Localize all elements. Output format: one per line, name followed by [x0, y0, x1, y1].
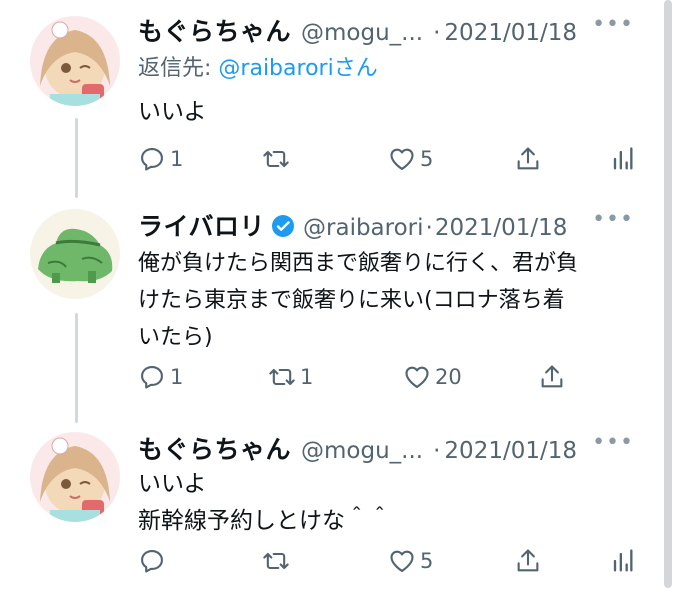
- share-button[interactable]: [538, 363, 566, 391]
- reply-count: 1: [170, 365, 184, 389]
- share-icon: [517, 147, 539, 170]
- analytics-button[interactable]: [608, 547, 636, 575]
- reply-button[interactable]: 1: [138, 363, 183, 391]
- author-handle[interactable]: @mogu_...: [301, 438, 423, 464]
- share-icon: [517, 549, 539, 572]
- heart-icon: [390, 148, 414, 170]
- scrollbar[interactable]: [664, 0, 672, 588]
- avatar[interactable]: [30, 209, 120, 299]
- avatar[interactable]: [30, 432, 120, 522]
- verified-badge-icon: [272, 215, 295, 237]
- author-handle[interactable]: @raibarori: [303, 215, 424, 241]
- like-count: 5: [420, 549, 434, 573]
- retweet-icon: [263, 150, 289, 168]
- tweet-actions: 1 5: [138, 145, 662, 175]
- retweet-icon: [263, 552, 289, 570]
- reply-icon: [141, 366, 163, 389]
- reply-icon: [141, 148, 163, 171]
- separator-dot: ·: [425, 215, 433, 241]
- thread-line-2: [75, 313, 78, 423]
- share-button[interactable]: [514, 547, 542, 575]
- reply-to-label: 返信先:: [138, 56, 212, 81]
- tweet-date[interactable]: 2021/01/18: [435, 215, 568, 241]
- tweet-text: いいよ 新幹線予約しとけな＾＾: [138, 471, 391, 534]
- author-name[interactable]: ライバロリ: [138, 207, 265, 243]
- reply-count: 1: [170, 147, 184, 171]
- analytics-button[interactable]: [608, 145, 636, 173]
- separator-dot: ·: [433, 438, 441, 464]
- tweet-text: 俺が負けたら関西まで飯奢りに行く、君が負 けたら東京まで飯奢りに来い(コロナ落ち…: [138, 251, 579, 350]
- tweet-date[interactable]: 2021/01/18: [444, 438, 577, 464]
- author-handle[interactable]: @mogu_...: [301, 20, 423, 46]
- retweet-button[interactable]: [262, 145, 294, 173]
- more-options-icon[interactable]: •••: [592, 430, 634, 455]
- more-options-icon[interactable]: •••: [592, 12, 634, 37]
- more-options-icon[interactable]: •••: [592, 207, 634, 232]
- avatar-anime-girl-icon: [30, 16, 120, 106]
- like-count: 20: [435, 365, 462, 389]
- share-icon: [541, 365, 563, 388]
- author-name[interactable]: もぐらちゃん: [138, 430, 291, 466]
- reply-button[interactable]: [138, 547, 170, 575]
- author-name[interactable]: もぐらちゃん: [138, 12, 291, 48]
- analytics-icon: [613, 549, 633, 572]
- reply-button[interactable]: 1: [138, 145, 183, 173]
- heart-icon: [390, 550, 414, 572]
- tweet-actions: 1 1 20: [138, 363, 662, 393]
- avatar-anime-girl-icon: [30, 432, 120, 522]
- like-button[interactable]: 20: [403, 363, 462, 391]
- reply-icon: [141, 550, 163, 573]
- tweet-actions: 5: [138, 547, 662, 577]
- retweet-icon: [269, 368, 295, 386]
- like-button[interactable]: 5: [388, 145, 433, 173]
- avatar-green-dinosaur-icon: [30, 209, 120, 299]
- share-button[interactable]: [514, 145, 542, 173]
- tweet-text: いいよ: [138, 99, 207, 125]
- analytics-icon: [613, 147, 633, 170]
- separator-dot: ·: [433, 20, 441, 46]
- like-button[interactable]: 5: [388, 547, 433, 575]
- heart-icon: [405, 366, 429, 388]
- like-count: 5: [420, 147, 434, 171]
- reply-to-line: 返信先: @raibaroriさん: [138, 50, 662, 82]
- reply-to-suffix[interactable]: さん: [334, 56, 378, 81]
- retweet-count: 1: [300, 365, 314, 389]
- thread-line-1: [75, 118, 78, 198]
- retweet-button[interactable]: [262, 547, 294, 575]
- retweet-button[interactable]: 1: [268, 363, 313, 391]
- reply-to-mention[interactable]: @raibarori: [218, 56, 333, 81]
- tweet-date[interactable]: 2021/01/18: [444, 20, 577, 46]
- avatar[interactable]: [30, 16, 120, 106]
